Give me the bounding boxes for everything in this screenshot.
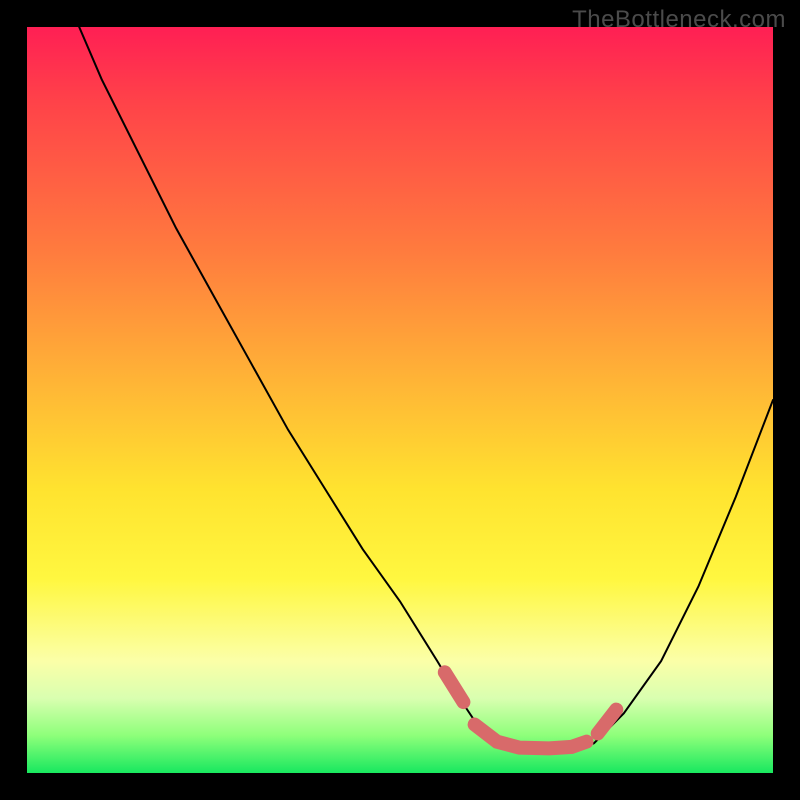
optimal-segment-right (598, 710, 617, 734)
optimal-segment-flat (475, 725, 587, 749)
bottleneck-curve (79, 27, 773, 751)
gradient-background (27, 27, 773, 773)
optimal-segment-left (445, 672, 464, 702)
chart-frame: TheBottleneck.com (0, 0, 800, 800)
bottleneck-curve-svg (27, 27, 773, 773)
watermark-text: TheBottleneck.com (572, 6, 786, 34)
